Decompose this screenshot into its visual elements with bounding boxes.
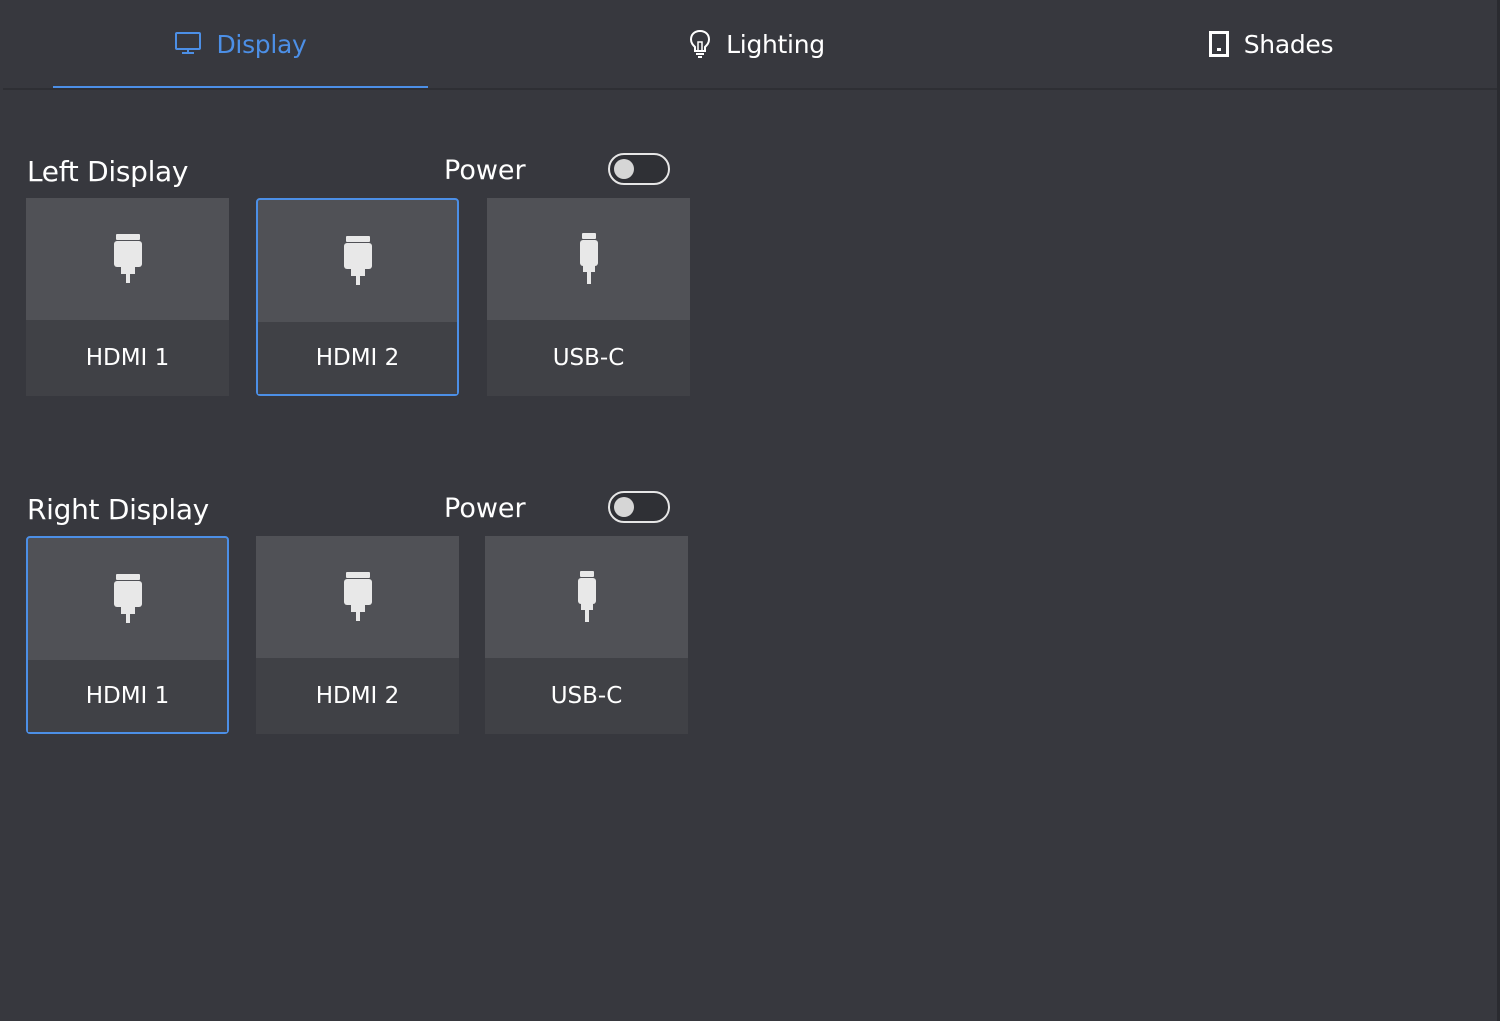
- tab-lighting[interactable]: Lighting: [569, 0, 944, 88]
- source-label: HDMI 1: [26, 320, 229, 396]
- left-source-hdmi-1[interactable]: HDMI 1: [26, 198, 229, 396]
- tab-display[interactable]: Display: [53, 0, 428, 88]
- hdmi-plug-icon: [28, 538, 227, 660]
- right-display-power-label: Power: [444, 493, 526, 524]
- source-label: HDMI 1: [28, 660, 227, 732]
- right-source-hdmi-2[interactable]: HDMI 2: [256, 536, 459, 734]
- tab-display-label: Display: [216, 29, 307, 59]
- usb-c-plug-icon: [487, 198, 690, 320]
- hdmi-plug-icon: [26, 198, 229, 320]
- toggle-knob: [614, 159, 634, 179]
- shade-icon: [1208, 30, 1230, 58]
- right-source-usb-c[interactable]: USB-C: [485, 536, 688, 734]
- right-source-hdmi-1[interactable]: HDMI 1: [26, 536, 229, 734]
- active-tab-indicator: [53, 86, 428, 88]
- left-source-usb-c[interactable]: USB-C: [487, 198, 690, 396]
- left-display-power-toggle[interactable]: [608, 153, 670, 185]
- tab-bar: Display Lighting Shades: [3, 0, 1497, 90]
- left-display-power-label: Power: [444, 155, 526, 186]
- usb-c-plug-icon: [485, 536, 688, 658]
- tab-shades[interactable]: Shades: [1083, 0, 1458, 88]
- hdmi-plug-icon: [256, 536, 459, 658]
- tab-shades-label: Shades: [1243, 29, 1334, 59]
- hdmi-plug-icon: [258, 200, 457, 322]
- lightbulb-icon: [688, 29, 712, 59]
- source-label: HDMI 2: [258, 322, 457, 394]
- monitor-icon: [174, 31, 202, 57]
- left-source-hdmi-2[interactable]: HDMI 2: [256, 198, 459, 396]
- source-label: USB-C: [487, 320, 690, 396]
- tab-lighting-label: Lighting: [726, 29, 825, 59]
- source-label: USB-C: [485, 658, 688, 734]
- left-display-title: Left Display: [27, 155, 189, 188]
- right-display-title: Right Display: [27, 493, 209, 526]
- source-label: HDMI 2: [256, 658, 459, 734]
- right-display-power-toggle[interactable]: [608, 491, 670, 523]
- toggle-knob: [614, 497, 634, 517]
